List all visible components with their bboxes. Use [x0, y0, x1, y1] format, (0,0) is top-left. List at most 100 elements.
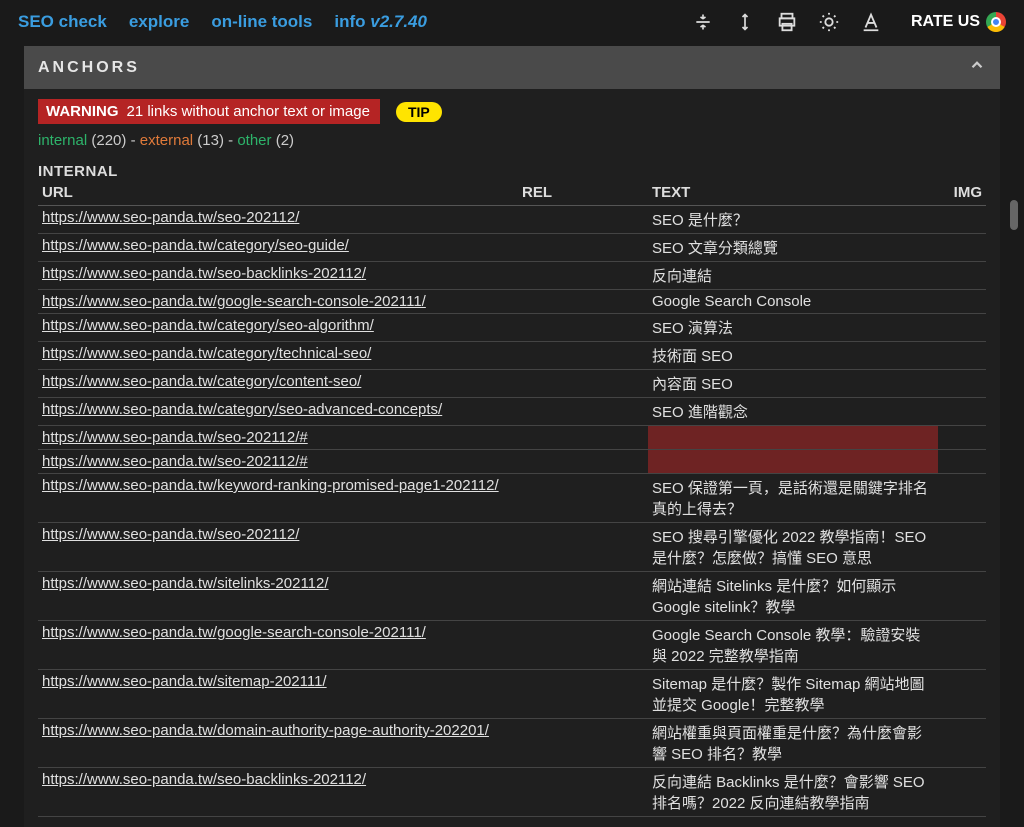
cell-rel: [518, 719, 648, 768]
toolbar-icons: RATE US: [691, 10, 1006, 34]
sep1: -: [131, 132, 140, 149]
cell-img: [938, 262, 986, 290]
anchor-link[interactable]: https://www.seo-panda.tw/sitemap-202111/: [42, 673, 327, 690]
table-row: https://www.seo-panda.tw/domain-authorit…: [38, 719, 986, 768]
table-row: https://www.seo-panda.tw/category/conten…: [38, 370, 986, 398]
cell-url: https://www.seo-panda.tw/category/conten…: [38, 370, 518, 398]
tip-badge[interactable]: TIP: [396, 102, 442, 122]
cell-text: SEO 保證第一頁，是話術還是關鍵字排名真的上得去？: [648, 474, 938, 523]
cell-url: https://www.seo-panda.tw/seo-202112/#: [38, 450, 518, 474]
cell-img: [938, 370, 986, 398]
expand-icon[interactable]: [733, 10, 757, 34]
cell-url: https://www.seo-panda.tw/google-search-c…: [38, 290, 518, 314]
cell-text: 技術面 SEO: [648, 342, 938, 370]
version-label: v2.7.40: [370, 12, 427, 31]
font-icon[interactable]: [859, 10, 883, 34]
collapse-icon[interactable]: [691, 10, 715, 34]
anchor-link[interactable]: https://www.seo-panda.tw/seo-backlinks-2…: [42, 771, 366, 788]
nav-links: SEO check explore on-line tools info v2.…: [18, 12, 427, 32]
count-internal[interactable]: internal: [38, 132, 87, 149]
cell-rel: [518, 290, 648, 314]
cell-text: SEO 是什麼？: [648, 206, 938, 234]
cell-url: https://www.seo-panda.tw/google-search-c…: [38, 621, 518, 670]
cell-img: [938, 621, 986, 670]
cell-text: [648, 450, 938, 474]
cell-rel: [518, 450, 648, 474]
anchor-link[interactable]: https://www.seo-panda.tw/seo-202112/: [42, 526, 299, 543]
cell-url: https://www.seo-panda.tw/seo-202112/#: [38, 426, 518, 450]
anchor-link[interactable]: https://www.seo-panda.tw/seo-202112/#: [42, 429, 308, 446]
cell-url: https://www.seo-panda.tw/seo-202112/: [38, 523, 518, 572]
panel-title: ANCHORS: [38, 59, 140, 77]
count-other-n: (2): [276, 132, 294, 149]
anchor-link[interactable]: https://www.seo-panda.tw/seo-202112/: [42, 209, 299, 226]
rate-us[interactable]: RATE US: [911, 12, 1006, 32]
cell-text: 網站權重與頁面權重是什麼？為什麼會影響 SEO 排名？教學: [648, 719, 938, 768]
warning-badge: WARNING 21 links without anchor text or …: [38, 99, 380, 124]
cell-url: https://www.seo-panda.tw/category/seo-ad…: [38, 398, 518, 426]
table-row: https://www.seo-panda.tw/google-search-c…: [38, 290, 986, 314]
cell-text: 反向連結 Backlinks 是什麼？會影響 SEO 排名嗎？2022 反向連結…: [648, 768, 938, 817]
anchor-link[interactable]: https://www.seo-panda.tw/category/seo-ad…: [42, 401, 442, 418]
cell-img: [938, 206, 986, 234]
cell-url: https://www.seo-panda.tw/category/seo-gu…: [38, 234, 518, 262]
anchor-link[interactable]: https://www.seo-panda.tw/sitelinks-20211…: [42, 575, 329, 592]
cell-text: Sitemap 是什麼？製作 Sitemap 網站地圖並提交 Google！完整…: [648, 670, 938, 719]
table-row: https://www.seo-panda.tw/sitelinks-20211…: [38, 572, 986, 621]
anchor-link[interactable]: https://www.seo-panda.tw/seo-202112/#: [42, 453, 308, 470]
table-row: https://www.seo-panda.tw/seo-backlinks-2…: [38, 262, 986, 290]
nav-online-tools[interactable]: on-line tools: [211, 12, 312, 32]
anchor-link[interactable]: https://www.seo-panda.tw/category/seo-al…: [42, 317, 374, 334]
cell-text: 內容面 SEO: [648, 370, 938, 398]
table-header-row: URL REL TEXT IMG: [38, 182, 986, 206]
table-row: https://www.seo-panda.tw/category/seo-ad…: [38, 398, 986, 426]
th-img: IMG: [938, 182, 986, 206]
count-external[interactable]: external: [140, 132, 193, 149]
rate-label: RATE US: [911, 13, 980, 31]
cell-url: https://www.seo-panda.tw/sitemap-202111/: [38, 670, 518, 719]
cell-img: [938, 670, 986, 719]
count-internal-n: (220): [91, 132, 126, 149]
cell-text: Google Search Console: [648, 290, 938, 314]
cell-url: https://www.seo-panda.tw/sitelinks-20211…: [38, 572, 518, 621]
anchor-link[interactable]: https://www.seo-panda.tw/keyword-ranking…: [42, 477, 499, 494]
cell-img: [938, 768, 986, 817]
section-internal: INTERNAL: [38, 163, 986, 180]
anchor-link[interactable]: https://www.seo-panda.tw/category/conten…: [42, 373, 361, 390]
cell-img: [938, 572, 986, 621]
cell-img: [938, 234, 986, 262]
nav-info-version[interactable]: info v2.7.40: [334, 12, 427, 32]
anchor-link[interactable]: https://www.seo-panda.tw/google-search-c…: [42, 293, 426, 310]
table-row: https://www.seo-panda.tw/seo-202112/#: [38, 426, 986, 450]
link-counts: internal (220) - external (13) - other (…: [38, 132, 986, 149]
count-other[interactable]: other: [237, 132, 271, 149]
sep2: -: [228, 132, 237, 149]
anchor-link[interactable]: https://www.seo-panda.tw/domain-authorit…: [42, 722, 489, 739]
cell-rel: [518, 234, 648, 262]
anchor-link[interactable]: https://www.seo-panda.tw/category/seo-gu…: [42, 237, 349, 254]
nav-seo-check[interactable]: SEO check: [18, 12, 107, 32]
table-row: https://www.seo-panda.tw/keyword-ranking…: [38, 474, 986, 523]
count-external-n: (13): [197, 132, 224, 149]
scrollbar-thumb[interactable]: [1010, 200, 1018, 230]
warning-line: WARNING 21 links without anchor text or …: [38, 99, 986, 124]
cell-rel: [518, 342, 648, 370]
anchor-link[interactable]: https://www.seo-panda.tw/google-search-c…: [42, 624, 426, 641]
top-nav: SEO check explore on-line tools info v2.…: [0, 0, 1024, 42]
cell-img: [938, 398, 986, 426]
print-icon[interactable]: [775, 10, 799, 34]
anchor-link[interactable]: https://www.seo-panda.tw/category/techni…: [42, 345, 371, 362]
cell-rel: [518, 768, 648, 817]
cell-img: [938, 426, 986, 450]
nav-info[interactable]: info: [334, 12, 365, 31]
theme-icon[interactable]: [817, 10, 841, 34]
nav-explore[interactable]: explore: [129, 12, 189, 32]
table-row: https://www.seo-panda.tw/category/techni…: [38, 342, 986, 370]
cell-rel: [518, 206, 648, 234]
cell-rel: [518, 262, 648, 290]
cell-text: Google Search Console 教學：驗證安裝與 2022 完整教學…: [648, 621, 938, 670]
cell-url: https://www.seo-panda.tw/category/techni…: [38, 342, 518, 370]
anchor-link[interactable]: https://www.seo-panda.tw/seo-backlinks-2…: [42, 265, 366, 282]
panel-header[interactable]: ANCHORS: [24, 46, 1000, 89]
cell-rel: [518, 370, 648, 398]
